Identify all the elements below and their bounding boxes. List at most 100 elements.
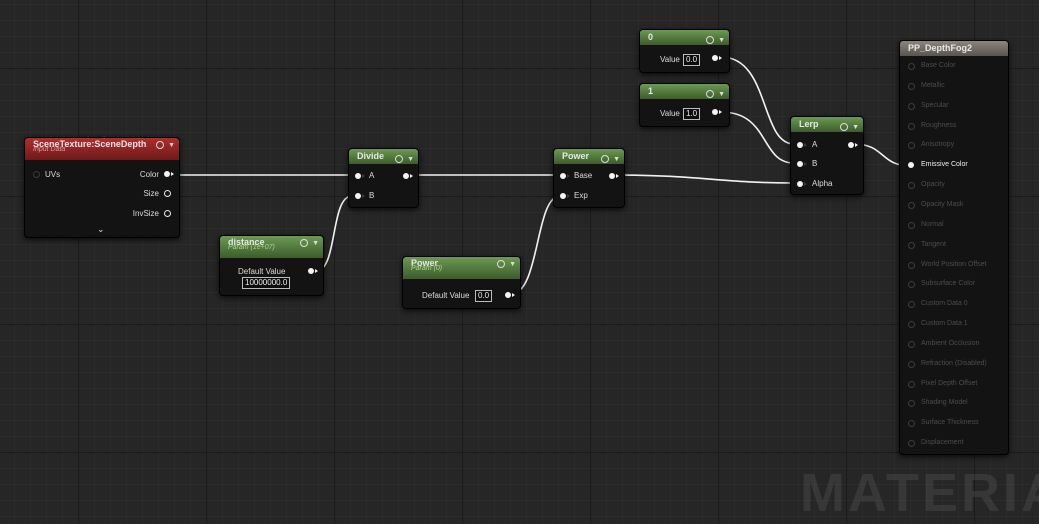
expand-chevron-icon[interactable]: ⌄ <box>97 224 105 235</box>
pin-output[interactable] <box>712 109 718 115</box>
pin-output[interactable] <box>505 292 511 298</box>
default-value-field[interactable]: 0.0 <box>475 290 493 302</box>
circle-arrow-icon[interactable] <box>706 36 715 45</box>
pin-label-alpha: Alpha <box>812 179 833 188</box>
output-pin-label: Emissive Color <box>921 161 968 169</box>
output-pin[interactable] <box>908 261 915 269</box>
pin-output[interactable] <box>712 55 718 61</box>
pin-arrow-icon <box>855 143 858 147</box>
node-material-output[interactable]: PP_DepthFog2 Base Color Metallic Specular R… <box>899 40 1009 455</box>
output-pin-label: Custom Data 0 <box>921 300 968 308</box>
circle-arrow-icon[interactable] <box>601 155 610 164</box>
default-value-field[interactable]: 10000000.0 <box>242 277 291 289</box>
pin-alpha[interactable] <box>797 181 803 187</box>
circle-arrow-icon[interactable] <box>840 123 849 132</box>
circle-arrow-icon[interactable] <box>497 260 506 268</box>
pin-color[interactable] <box>164 171 170 177</box>
pin-arrow-icon <box>315 269 318 273</box>
node-constant-0[interactable]: 0 ▼ Value 0.0 <box>639 29 730 73</box>
chevron-down-icon[interactable]: ▼ <box>852 120 859 132</box>
pin-size[interactable] <box>164 190 171 197</box>
wire-const0-to-lerp-a <box>720 56 795 145</box>
output-pin[interactable] <box>908 340 915 348</box>
pin-arrow-icon <box>362 194 365 198</box>
output-pin[interactable] <box>908 380 915 388</box>
output-pin-label: Subsurface Color <box>921 280 976 288</box>
node-subtitle: Param (0) <box>411 265 443 272</box>
chevron-down-icon[interactable]: ▼ <box>613 152 620 164</box>
output-pin[interactable] <box>908 162 914 169</box>
node-divide[interactable]: Divide ▼ A B <box>348 148 419 208</box>
output-pin[interactable] <box>908 182 915 190</box>
node-title: Divide <box>357 151 385 161</box>
output-pin[interactable] <box>908 321 915 329</box>
pin-exp[interactable] <box>560 193 566 199</box>
output-pin[interactable] <box>908 241 915 249</box>
output-pin[interactable] <box>908 122 915 130</box>
output-pin[interactable] <box>908 102 915 110</box>
pin-b[interactable] <box>355 193 361 199</box>
node-header[interactable]: Divide ▼ <box>349 149 418 164</box>
pin-output[interactable] <box>403 173 409 179</box>
circle-arrow-icon[interactable] <box>395 155 404 164</box>
pin-label-color: Color <box>139 170 159 179</box>
output-pin-label: Opacity Mask <box>921 200 964 208</box>
node-header[interactable]: Power Param (0) ▼ <box>403 257 520 279</box>
output-pin[interactable] <box>908 142 915 150</box>
node-header[interactable]: distance Param (1e+07) ▼ <box>220 236 323 258</box>
node-header[interactable]: 1 ▼ <box>640 84 729 99</box>
output-pin-label: Specular <box>921 101 949 109</box>
pin-label-exp: Exp <box>574 191 588 200</box>
output-pin[interactable] <box>908 400 915 408</box>
pin-arrow-icon <box>804 143 807 147</box>
output-pin[interactable] <box>908 281 915 289</box>
output-pin[interactable] <box>908 201 915 209</box>
pin-arrow-icon <box>804 182 807 186</box>
pin-arrow-icon <box>804 162 807 166</box>
output-pin[interactable] <box>908 440 915 448</box>
pin-a[interactable] <box>355 173 361 179</box>
value-field[interactable]: 0.0 <box>683 54 701 66</box>
chevron-down-icon[interactable]: ▼ <box>168 142 175 149</box>
output-pin[interactable] <box>908 360 915 368</box>
output-pin[interactable] <box>908 221 915 229</box>
node-power[interactable]: Power ▼ Base Exp <box>553 148 625 208</box>
node-distance[interactable]: distance Param (1e+07) ▼ Default Value 1… <box>219 235 324 296</box>
output-pin-label: Normal <box>921 220 944 228</box>
node-header[interactable]: PP_DepthFog2 <box>900 41 1008 56</box>
chevron-down-icon[interactable]: ▼ <box>718 33 725 45</box>
pin-label-b: B <box>812 159 818 168</box>
node-header[interactable]: SceneTexture:SceneDepth Input Data ▼ <box>25 138 179 160</box>
pin-output[interactable] <box>609 173 615 179</box>
pin-uvs[interactable] <box>33 171 40 178</box>
pin-output[interactable] <box>848 142 854 148</box>
node-scene-texture[interactable]: SceneTexture:SceneDepth Input Data ▼ UVs… <box>24 137 180 238</box>
value-field[interactable]: 1.0 <box>683 108 701 120</box>
chevron-down-icon[interactable]: ▼ <box>718 87 725 99</box>
pin-base[interactable] <box>560 173 566 179</box>
chevron-down-icon[interactable]: ▼ <box>509 261 516 268</box>
chevron-down-icon[interactable]: ▼ <box>407 152 414 164</box>
output-pin[interactable] <box>908 82 915 90</box>
circle-arrow-icon[interactable] <box>156 141 165 149</box>
node-header[interactable]: 0 ▼ <box>640 30 729 45</box>
chevron-down-icon[interactable]: ▼ <box>312 240 319 247</box>
pin-arrow-icon <box>567 174 570 178</box>
node-title: Lerp <box>799 119 819 129</box>
pin-invsize[interactable] <box>164 210 171 217</box>
circle-arrow-icon[interactable] <box>706 90 715 99</box>
node-header[interactable]: Power ▼ <box>554 149 624 164</box>
output-pin[interactable] <box>908 63 915 70</box>
pin-arrow-icon <box>719 56 722 60</box>
pin-b[interactable] <box>797 161 803 167</box>
output-pin[interactable] <box>908 301 915 309</box>
node-header[interactable]: Lerp ▼ <box>791 117 863 132</box>
node-lerp[interactable]: Lerp ▼ A B Alpha <box>790 116 864 195</box>
circle-arrow-icon[interactable] <box>300 239 309 247</box>
pin-a[interactable] <box>797 142 803 148</box>
node-power-param[interactable]: Power Param (0) ▼ Default Value 0.0 <box>402 256 521 309</box>
pin-output[interactable] <box>308 268 314 274</box>
pin-arrow-icon <box>616 174 619 178</box>
node-constant-1[interactable]: 1 ▼ Value 1.0 <box>639 83 730 127</box>
output-pin[interactable] <box>908 420 915 428</box>
